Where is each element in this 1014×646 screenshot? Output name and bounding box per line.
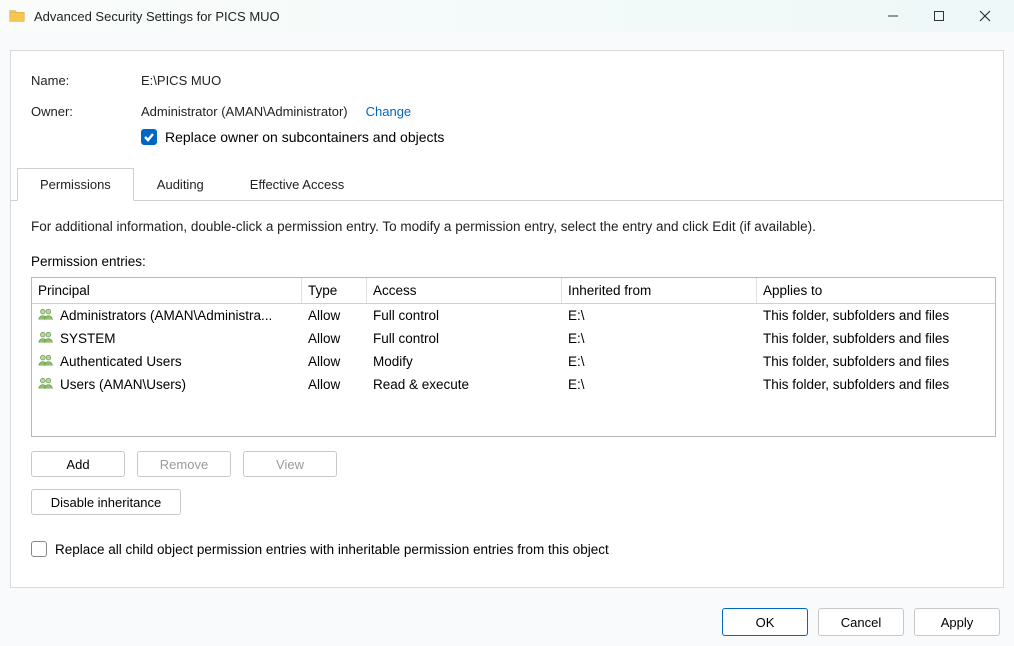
remove-button[interactable]: Remove xyxy=(137,451,231,477)
table-header: Principal Type Access Inherited from App… xyxy=(32,278,995,304)
folder-icon xyxy=(8,7,26,25)
instructions-text: For additional information, double-click… xyxy=(31,219,983,234)
access-text: Modify xyxy=(367,351,562,372)
access-text: Full control xyxy=(367,328,562,349)
applies-text: This folder, subfolders and files xyxy=(757,305,997,326)
table-row[interactable]: Administrators (AMAN\Administra... AllowF… xyxy=(32,304,995,327)
apply-button[interactable]: Apply xyxy=(914,608,1000,636)
owner-value: Administrator (AMAN\Administrator) xyxy=(141,104,348,119)
inherited-text: E:\ xyxy=(562,351,757,372)
access-text: Read & execute xyxy=(367,374,562,395)
group-icon xyxy=(38,330,54,347)
principal-text: Authenticated Users xyxy=(60,354,182,369)
dialog-footer: OK Cancel Apply xyxy=(0,598,1014,646)
inherited-text: E:\ xyxy=(562,305,757,326)
tab-auditing[interactable]: Auditing xyxy=(134,168,227,201)
group-icon xyxy=(38,376,54,393)
owner-label: Owner: xyxy=(31,104,141,119)
col-type[interactable]: Type xyxy=(302,278,367,303)
dialog-content: Name: E:\PICS MUO Owner: Administrator (… xyxy=(10,50,1004,588)
col-access[interactable]: Access xyxy=(367,278,562,303)
add-button[interactable]: Add xyxy=(31,451,125,477)
group-icon xyxy=(38,307,54,324)
tab-permissions[interactable]: Permissions xyxy=(17,168,134,201)
table-row[interactable]: Authenticated Users AllowModifyE:\This fo… xyxy=(32,350,995,373)
titlebar: Advanced Security Settings for PICS MUO xyxy=(0,0,1014,32)
maximize-button[interactable] xyxy=(916,0,962,32)
replace-owner-label: Replace owner on subcontainers and objec… xyxy=(165,129,444,145)
name-label: Name: xyxy=(31,73,141,88)
tab-bar: Permissions Auditing Effective Access xyxy=(11,167,1003,201)
type-text: Allow xyxy=(302,374,367,395)
access-text: Full control xyxy=(367,305,562,326)
minimize-button[interactable] xyxy=(870,0,916,32)
replace-owner-checkbox[interactable] xyxy=(141,129,157,145)
principal-text: Administrators (AMAN\Administra... xyxy=(60,308,272,323)
col-principal[interactable]: Principal xyxy=(32,278,302,303)
ok-button[interactable]: OK xyxy=(722,608,808,636)
permission-entries-label: Permission entries: xyxy=(31,254,983,269)
principal-text: Users (AMAN\Users) xyxy=(60,377,186,392)
col-inherited[interactable]: Inherited from xyxy=(562,278,757,303)
principal-text: SYSTEM xyxy=(60,331,116,346)
tab-effective-access[interactable]: Effective Access xyxy=(227,168,367,201)
replace-child-label: Replace all child object permission entr… xyxy=(55,542,609,557)
permission-table: Principal Type Access Inherited from App… xyxy=(31,277,996,437)
group-icon xyxy=(38,353,54,370)
inherited-text: E:\ xyxy=(562,374,757,395)
view-button[interactable]: View xyxy=(243,451,337,477)
cancel-button[interactable]: Cancel xyxy=(818,608,904,636)
replace-child-checkbox[interactable] xyxy=(31,541,47,557)
table-row[interactable]: SYSTEM AllowFull controlE:\This folder, s… xyxy=(32,327,995,350)
table-row[interactable]: Users (AMAN\Users) AllowRead & executeE:\… xyxy=(32,373,995,396)
type-text: Allow xyxy=(302,328,367,349)
applies-text: This folder, subfolders and files xyxy=(757,351,997,372)
inherited-text: E:\ xyxy=(562,328,757,349)
name-value: E:\PICS MUO xyxy=(141,73,221,88)
window-title: Advanced Security Settings for PICS MUO xyxy=(34,9,280,24)
close-button[interactable] xyxy=(962,0,1008,32)
col-applies[interactable]: Applies to xyxy=(757,278,997,303)
applies-text: This folder, subfolders and files xyxy=(757,328,997,349)
disable-inheritance-button[interactable]: Disable inheritance xyxy=(31,489,181,515)
type-text: Allow xyxy=(302,305,367,326)
type-text: Allow xyxy=(302,351,367,372)
applies-text: This folder, subfolders and files xyxy=(757,374,997,395)
change-owner-link[interactable]: Change xyxy=(366,104,412,119)
